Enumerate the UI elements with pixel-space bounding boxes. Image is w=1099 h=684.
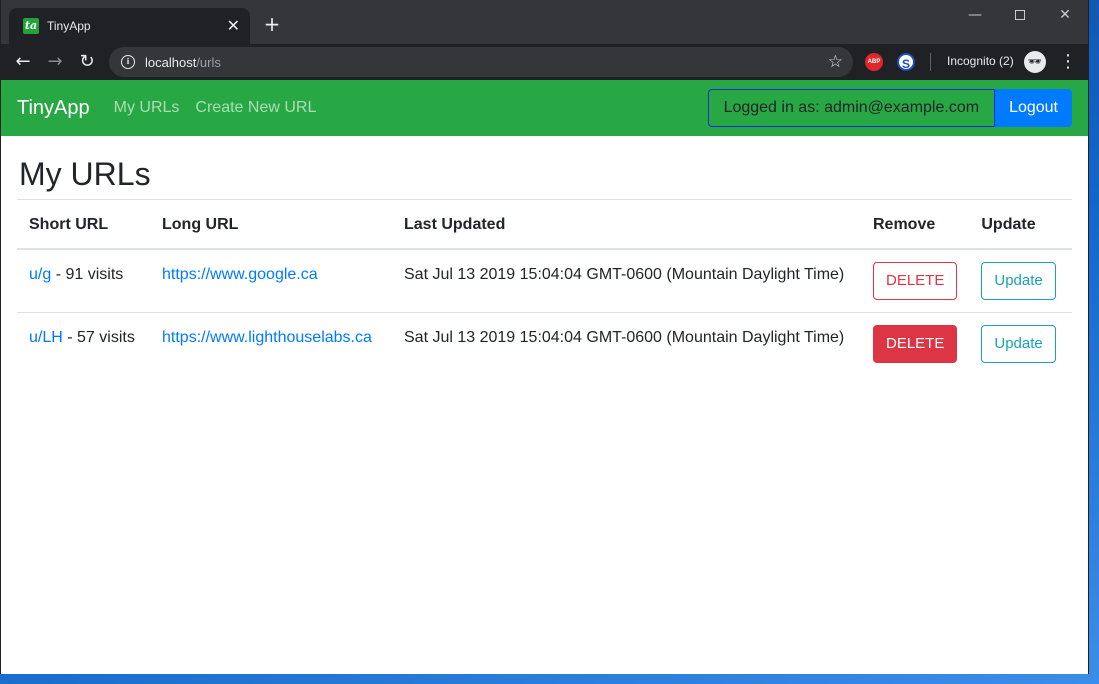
user-area: Logged in as: admin@example.com Logout xyxy=(707,89,1072,127)
page-content: TinyApp My URLs Create New URL Logged in… xyxy=(1,80,1088,674)
visit-count: - 91 visits xyxy=(55,266,124,283)
maximize-icon[interactable] xyxy=(998,4,1042,26)
browser-toolbar: ← → ↻ i localhost/urls ☆ ABP S Incognito… xyxy=(1,44,1088,80)
reload-icon[interactable]: ↻ xyxy=(75,50,99,74)
favicon-icon: ta xyxy=(23,18,39,34)
window-close-icon[interactable]: ✕ xyxy=(1043,4,1087,26)
table-row: u/LH - 57 visits https://www.lighthousel… xyxy=(17,313,1072,376)
short-url-link[interactable]: u/LH xyxy=(29,329,63,346)
nav-link-my-urls[interactable]: My URLs xyxy=(114,99,180,117)
short-url-link[interactable]: u/g xyxy=(29,266,51,283)
column-header-remove: Remove xyxy=(861,200,970,250)
new-tab-icon[interactable]: + xyxy=(262,14,282,34)
browser-tab[interactable]: ta TinyApp ✕ xyxy=(9,8,250,44)
table-header-row: Short URL Long URL Last Updated Remove U… xyxy=(17,200,1072,250)
delete-button[interactable]: DELETE xyxy=(873,325,958,363)
update-button[interactable]: Update xyxy=(981,325,1056,363)
long-url-link[interactable]: https://www.lighthouselabs.ca xyxy=(162,329,372,346)
url-host: localhost xyxy=(145,54,197,70)
minimize-icon[interactable]: — xyxy=(953,4,997,26)
logout-button[interactable]: Logout xyxy=(995,89,1072,127)
kebab-menu-icon[interactable]: ⋮ xyxy=(1059,50,1077,74)
column-header-update: Update xyxy=(969,200,1072,250)
last-updated-cell: Sat Jul 13 2019 15:04:04 GMT-0600 (Mount… xyxy=(392,249,861,313)
tab-title: TinyApp xyxy=(47,19,91,33)
long-url-cell: https://www.lighthouselabs.ca xyxy=(150,313,392,376)
nav-link-create-new-url[interactable]: Create New URL xyxy=(195,99,316,117)
incognito-label[interactable]: Incognito (2) xyxy=(947,54,1014,68)
column-header-long-url: Long URL xyxy=(150,200,392,250)
delete-button[interactable]: DELETE xyxy=(873,262,958,300)
main-content: My URLs Short URL Long URL Last Updated … xyxy=(1,136,1088,375)
toolbar-divider xyxy=(930,53,931,71)
remove-cell: DELETE xyxy=(861,249,970,313)
last-updated-cell: Sat Jul 13 2019 15:04:04 GMT-0600 (Mount… xyxy=(404,329,845,346)
update-button[interactable]: Update xyxy=(981,262,1056,300)
arrow-left-icon[interactable]: ← xyxy=(11,50,35,74)
urls-table: Short URL Long URL Last Updated Remove U… xyxy=(17,200,1072,375)
star-icon[interactable]: ☆ xyxy=(828,52,843,72)
address-bar[interactable]: i localhost/urls ☆ xyxy=(109,47,853,77)
info-icon[interactable]: i xyxy=(121,55,135,69)
extension-s-icon[interactable]: S xyxy=(897,53,915,71)
arrow-right-icon[interactable]: → xyxy=(43,50,67,74)
short-url-cell: u/LH - 57 visits xyxy=(17,313,150,376)
update-cell: Update xyxy=(969,313,1072,376)
remove-cell: DELETE xyxy=(861,313,969,376)
table-row: u/g - 91 visits https://www.google.ca Sa… xyxy=(17,249,1072,313)
tab-close-icon[interactable]: ✕ xyxy=(227,18,240,34)
visit-count: - 57 visits xyxy=(67,329,135,346)
browser-window: ta TinyApp ✕ + — ✕ ← → ↻ i localhost/url… xyxy=(0,0,1089,674)
navbar: TinyApp My URLs Create New URL Logged in… xyxy=(1,80,1088,136)
page-title: My URLs xyxy=(19,156,151,192)
column-header-last-updated: Last Updated xyxy=(392,200,861,250)
column-header-short-url: Short URL xyxy=(17,200,150,250)
long-url-cell: https://www.google.ca xyxy=(150,249,392,313)
url-path: /urls xyxy=(196,54,221,70)
update-cell: Update xyxy=(969,249,1072,313)
adblock-icon[interactable]: ABP xyxy=(865,53,883,71)
tab-strip: ta TinyApp ✕ + — ✕ xyxy=(1,0,1088,44)
long-url-link[interactable]: https://www.google.ca xyxy=(162,266,318,283)
logged-in-status: Logged in as: admin@example.com xyxy=(707,89,996,127)
navbar-brand[interactable]: TinyApp xyxy=(17,97,90,120)
short-url-cell: u/g - 91 visits xyxy=(17,249,150,313)
incognito-icon[interactable]: 🕶 xyxy=(1024,51,1046,73)
